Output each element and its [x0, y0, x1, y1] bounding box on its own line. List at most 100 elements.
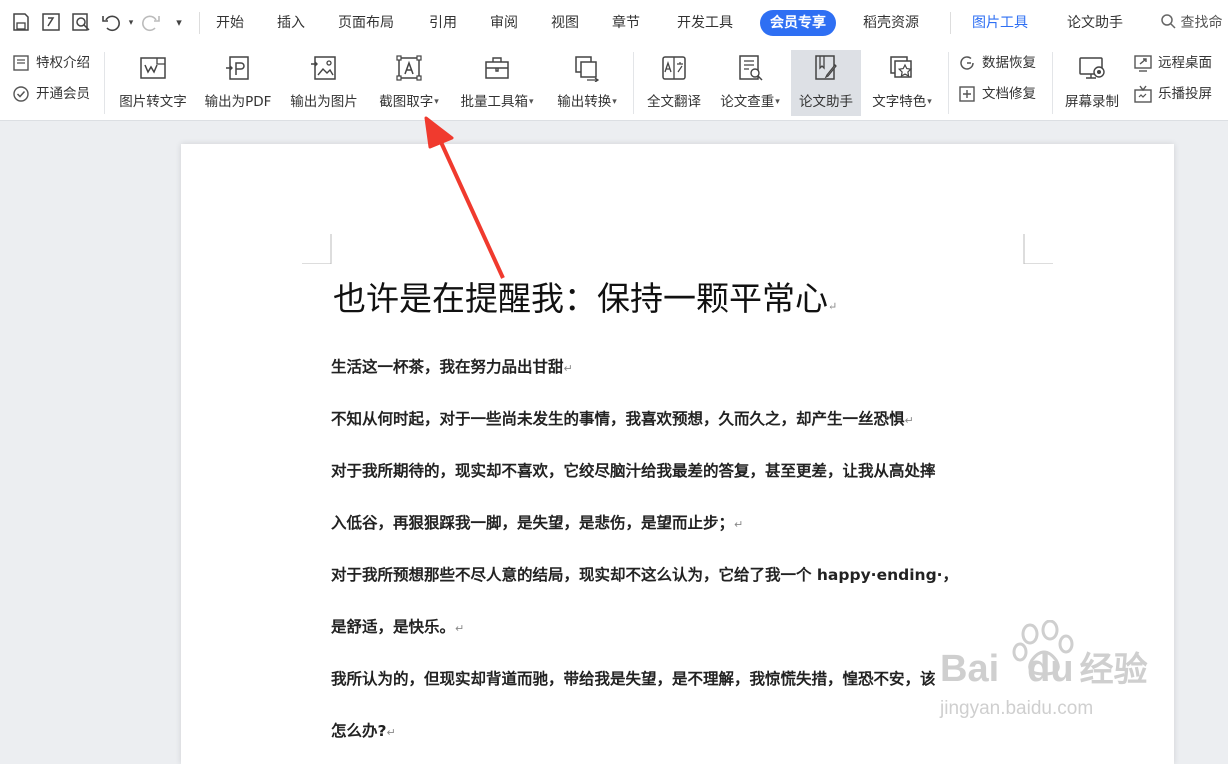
open-membership-label: 开通会员 — [36, 86, 90, 102]
paragraph-text: 不知从何时起，对于一些尚未发生的事情，我喜欢预想，久而久之，却产生一丝恐惧 — [331, 410, 905, 428]
full-translate-label: 全文翻译 — [647, 94, 701, 110]
divider — [1052, 52, 1053, 114]
tab-picture-tools[interactable]: 图片工具 — [972, 10, 1028, 36]
plagiarism-check-button[interactable]: 论文查重▾ — [712, 50, 788, 116]
plagiarism-check-label: 论文查重▾ — [712, 90, 788, 110]
paragraph-mark-icon: ↵ — [386, 726, 396, 739]
tab-view[interactable]: 视图 — [551, 10, 579, 36]
paragraph-mark-icon: ↵ — [734, 518, 744, 531]
redo-icon[interactable] — [140, 12, 162, 34]
document-repair-button[interactable]: 文档修复 — [958, 82, 1036, 106]
document-search-icon — [739, 55, 763, 81]
divider — [199, 12, 200, 34]
pdf-icon — [226, 56, 249, 80]
tab-docer-resources[interactable]: 稻壳资源 — [863, 10, 919, 36]
screen-record-label: 屏幕录制 — [1065, 94, 1119, 110]
arrow-head — [424, 116, 454, 149]
undo-icon[interactable] — [100, 12, 122, 34]
remote-desktop-button[interactable]: 远程桌面 — [1134, 51, 1212, 75]
screenshot-ocr-label: 截图取字▾ — [370, 90, 448, 110]
image-to-text-label: 图片转文字 — [119, 94, 187, 110]
export-image-label: 输出为图片 — [290, 94, 358, 110]
tab-review[interactable]: 审阅 — [490, 10, 518, 36]
check-circle-icon — [13, 86, 29, 102]
tab-home[interactable]: 开始 — [216, 10, 244, 36]
watermark-brand2-text: du — [1027, 648, 1074, 690]
toolbox-icon — [485, 57, 509, 79]
remote-desktop-label: 远程桌面 — [1158, 55, 1212, 71]
image-to-text-button[interactable]: 图片转文字 — [111, 50, 195, 116]
open-membership-button[interactable]: 开通会员 — [12, 82, 90, 106]
tab-paper-assistant[interactable]: 论文助手 — [1067, 10, 1123, 36]
paragraph-text: 我所认为的，但现实却背道而驰，带给我是失望，是不理解，我惊慌失措，惶恐不安，该 — [331, 670, 936, 688]
divider — [104, 52, 105, 114]
save-icon[interactable] — [10, 12, 32, 34]
repair-plus-icon — [959, 86, 975, 102]
text-features-label: 文字特色▾ — [864, 90, 940, 110]
tab-page-layout[interactable]: 页面布局 — [338, 10, 394, 36]
paragraph-text: 生活这一杯茶，我在努力品出甘甜 — [331, 358, 564, 376]
export-icon[interactable] — [40, 12, 62, 34]
ribbon-toolbar: 特权介绍 开通会员 图片转文字 输出为PDF 输出为图片 截图取字▾ 批量工具箱… — [0, 46, 1228, 121]
export-convert-button[interactable]: 输出转换▾ — [548, 50, 626, 116]
dropdown-caret-icon: ▾ — [612, 97, 617, 107]
paragraph-text: 对于我所期待的，现实却不喜欢，它绞尽脑汁给我最差的答复，甚至更差，让我从高处摔 — [331, 462, 936, 480]
document-paragraph[interactable]: 对于我所预想那些不尽人意的结局，现实却不这么认为，它给了我一个 happy·en… — [331, 563, 958, 585]
document-paragraph[interactable]: 入低谷，再狠狠踩我一脚，是失望，是悲伤，是望而止步；↵ — [331, 511, 743, 533]
dropdown-caret-icon: ▾ — [434, 97, 439, 107]
text-features-button[interactable]: 文字特色▾ — [864, 50, 940, 116]
export-convert-label: 输出转换▾ — [548, 90, 626, 110]
image-to-text-icon — [140, 57, 166, 79]
search-label: 查找命 — [1180, 15, 1223, 31]
privilege-intro-button[interactable]: 特权介绍 — [12, 51, 90, 75]
data-recovery-button[interactable]: 数据恢复 — [958, 51, 1036, 75]
document-paragraph[interactable]: 生活这一杯茶，我在努力品出甘甜↵ — [331, 355, 573, 377]
paper-assistant-label: 论文助手 — [799, 94, 853, 110]
remote-desktop-icon — [1134, 55, 1152, 72]
tab-developer[interactable]: 开发工具 — [677, 10, 733, 36]
undo-dropdown-icon[interactable]: ▾ — [120, 12, 142, 34]
paragraph-text: 对于我所预想那些不尽人意的结局，现实却不这么认为，它给了我一个 happy·en… — [331, 566, 959, 584]
translate-icon — [662, 56, 686, 80]
screenshot-ocr-button[interactable]: 截图取字▾ — [370, 50, 448, 116]
paragraph-mark-icon: ↵ — [563, 362, 573, 375]
document-paragraph[interactable]: 我所认为的，但现实却背道而驰，带给我是失望，是不理解，我惊慌失措，惶恐不安，该 — [331, 667, 936, 689]
margin-corner-mark — [1023, 234, 1053, 264]
tab-references[interactable]: 引用 — [429, 10, 457, 36]
data-recovery-label: 数据恢复 — [982, 55, 1036, 71]
margin-corner-mark — [302, 234, 332, 264]
screen-record-button[interactable]: 屏幕录制 — [1058, 50, 1126, 116]
export-pdf-button[interactable]: 输出为PDF — [197, 50, 279, 116]
document-title[interactable]: 也许是在提醒我：保持一颗平常心↵ — [333, 272, 837, 320]
export-convert-text: 输出转换 — [557, 94, 612, 110]
paragraph-text: 怎么办? — [331, 722, 387, 740]
title-tab-bar: ▾ ▾ 开始 插入 页面布局 引用 审阅 视图 章节 开发工具 会员专享 稻壳资… — [0, 0, 1228, 46]
document-title-text: 也许是在提醒我：保持一颗平常心 — [333, 279, 828, 318]
plagiarism-check-text: 论文查重 — [720, 94, 775, 110]
baidu-jingyan-watermark: Bai du 经验 jingyan.baidu.com — [940, 620, 1180, 750]
tab-member[interactable]: 会员专享 — [760, 10, 836, 36]
batch-toolbox-button[interactable]: 批量工具箱▾ — [452, 50, 542, 116]
document-paragraph[interactable]: 怎么办?↵ — [331, 719, 396, 741]
cast-screen-button[interactable]: 乐播投屏 — [1134, 82, 1212, 106]
document-paragraph[interactable]: 是舒适，是快乐。↵ — [331, 615, 464, 637]
watermark-brand: Bai du 经验 — [940, 642, 1148, 691]
tab-insert[interactable]: 插入 — [277, 10, 305, 36]
search-icon — [1161, 14, 1176, 29]
paragraph-mark-icon: ↵ — [828, 300, 838, 313]
text-star-icon — [890, 56, 913, 78]
search-box[interactable]: 查找命 — [1160, 10, 1222, 36]
document-list-icon — [13, 55, 29, 71]
document-paragraph[interactable]: 不知从何时起，对于一些尚未发生的事情，我喜欢预想，久而久之，却产生一丝恐惧↵ — [331, 407, 914, 429]
watermark-cn-text: 经验 — [1079, 651, 1148, 689]
document-paragraph[interactable]: 对于我所期待的，现实却不喜欢，它绞尽脑汁给我最差的答复，甚至更差，让我从高处摔 — [331, 459, 936, 481]
customize-icon[interactable]: ▾ — [168, 12, 190, 34]
full-translate-button[interactable]: 全文翻译 — [640, 50, 708, 116]
screenshot-text-icon — [396, 55, 422, 81]
paragraph-mark-icon: ↵ — [455, 622, 465, 635]
preview-icon[interactable] — [70, 12, 92, 34]
tab-chapter[interactable]: 章节 — [612, 10, 640, 36]
paper-assistant-button[interactable]: 论文助手 — [791, 50, 861, 116]
batch-toolbox-text: 批量工具箱 — [460, 94, 528, 110]
export-image-button[interactable]: 输出为图片 — [283, 50, 365, 116]
